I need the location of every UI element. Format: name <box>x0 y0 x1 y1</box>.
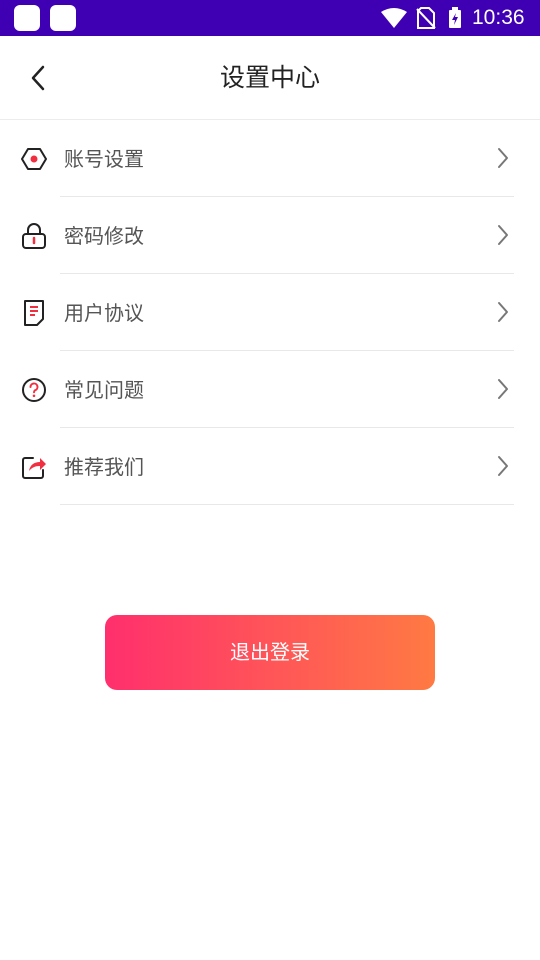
logout-button[interactable]: 退出登录 <box>105 615 435 690</box>
battery-charging-icon <box>449 7 461 28</box>
wifi-icon <box>381 8 407 28</box>
status-bar: 10:36 <box>0 0 540 36</box>
settings-menu: 账号设置 密码修改 用户协议 常见问题 推荐我们 <box>0 120 540 505</box>
menu-item-user-agreement[interactable]: 用户协议 <box>0 274 540 351</box>
hexagon-dot-icon <box>20 145 48 173</box>
menu-item-change-password[interactable]: 密码修改 <box>0 197 540 274</box>
share-icon <box>20 453 48 481</box>
app-header: 设置中心 <box>0 36 540 120</box>
menu-item-label: 密码修改 <box>64 224 144 248</box>
chevron-right-icon <box>498 379 508 399</box>
lock-icon <box>20 222 48 250</box>
page-title: 设置中心 <box>219 63 320 92</box>
menu-item-label: 用户协议 <box>64 301 144 325</box>
question-circle-icon <box>20 376 48 404</box>
notification-icon <box>50 5 76 31</box>
chevron-right-icon <box>498 302 508 322</box>
menu-item-account-settings[interactable]: 账号设置 <box>0 120 540 197</box>
no-sim-icon <box>416 7 436 29</box>
document-icon <box>20 299 48 327</box>
divider <box>60 504 514 505</box>
status-time: 10:36 <box>472 6 525 29</box>
menu-item-label: 推荐我们 <box>64 455 144 479</box>
chevron-right-icon <box>498 148 508 168</box>
menu-item-label: 账号设置 <box>64 147 144 171</box>
menu-item-label: 常见问题 <box>64 378 144 402</box>
menu-item-recommend-us[interactable]: 推荐我们 <box>0 428 540 505</box>
menu-item-faq[interactable]: 常见问题 <box>0 351 540 428</box>
chevron-right-icon <box>498 456 508 476</box>
notification-icon <box>14 5 40 31</box>
chevron-right-icon <box>498 225 508 245</box>
